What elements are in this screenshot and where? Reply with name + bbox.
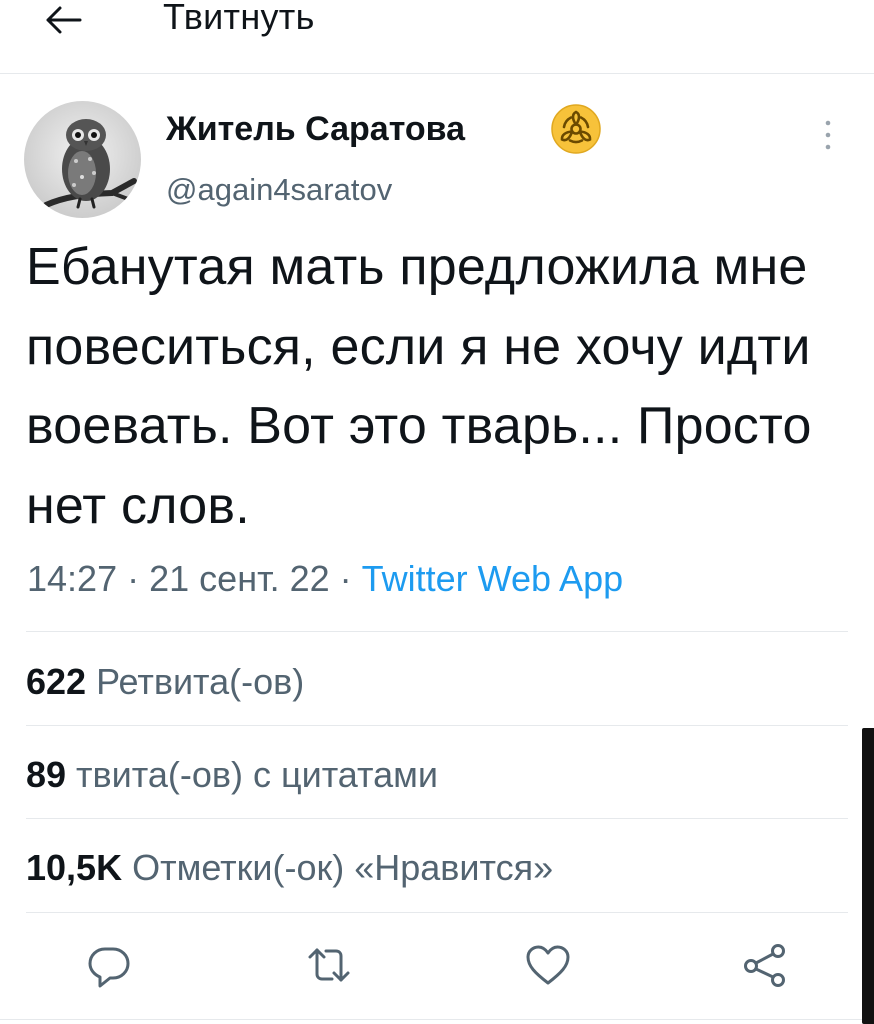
likes-label: Отметки(-ок) «Нравится» bbox=[132, 847, 554, 888]
retweets-stat[interactable]: 622 Ретвита(-ов) bbox=[26, 657, 304, 707]
quotes-stat[interactable]: 89 твита(-ов) с цитатами bbox=[26, 750, 438, 800]
retweets-count: 622 bbox=[26, 661, 87, 702]
author-name[interactable]: Житель Саратова bbox=[166, 106, 465, 152]
bottom-divider bbox=[0, 1019, 874, 1020]
tweet-meta: 14:27 · 21 сент. 22 · Twitter Web App bbox=[27, 553, 623, 605]
biohazard-icon bbox=[551, 104, 601, 154]
top-bar: Твитнуть bbox=[0, 0, 874, 74]
likes-stat[interactable]: 10,5K Отметки(-ок) «Нравится» bbox=[26, 843, 553, 893]
tweet-time: 14:27 bbox=[27, 558, 118, 599]
page-title: Твитнуть bbox=[163, 0, 315, 37]
divider bbox=[26, 912, 848, 913]
quotes-label: твита(-ов) с цитатами bbox=[76, 754, 438, 795]
share-icon[interactable] bbox=[740, 940, 790, 990]
more-options-icon[interactable] bbox=[822, 118, 834, 152]
header-divider bbox=[0, 73, 874, 74]
tweet-date: 21 сент. 22 bbox=[149, 558, 330, 599]
retweets-label: Ретвита(-ов) bbox=[96, 661, 305, 702]
meta-separator: · bbox=[127, 558, 140, 599]
owl-avatar-image bbox=[24, 101, 141, 218]
divider bbox=[26, 725, 848, 726]
retweet-icon[interactable] bbox=[304, 940, 354, 990]
divider bbox=[26, 631, 848, 632]
arrow-left-icon[interactable] bbox=[40, 0, 84, 40]
avatar[interactable] bbox=[24, 101, 141, 218]
tweet-text: Ебанутая мать предложила мне повеситься,… bbox=[26, 238, 812, 535]
likes-count: 10,5K bbox=[26, 847, 123, 888]
author-handle[interactable]: @again4saratov bbox=[166, 168, 392, 212]
meta-separator: · bbox=[339, 558, 352, 599]
scrollbar[interactable] bbox=[862, 728, 874, 1024]
divider bbox=[26, 818, 848, 819]
tweet-source-link[interactable]: Twitter Web App bbox=[362, 558, 623, 599]
quotes-count: 89 bbox=[26, 754, 67, 795]
like-icon[interactable] bbox=[523, 940, 573, 990]
reply-icon[interactable] bbox=[84, 940, 134, 990]
